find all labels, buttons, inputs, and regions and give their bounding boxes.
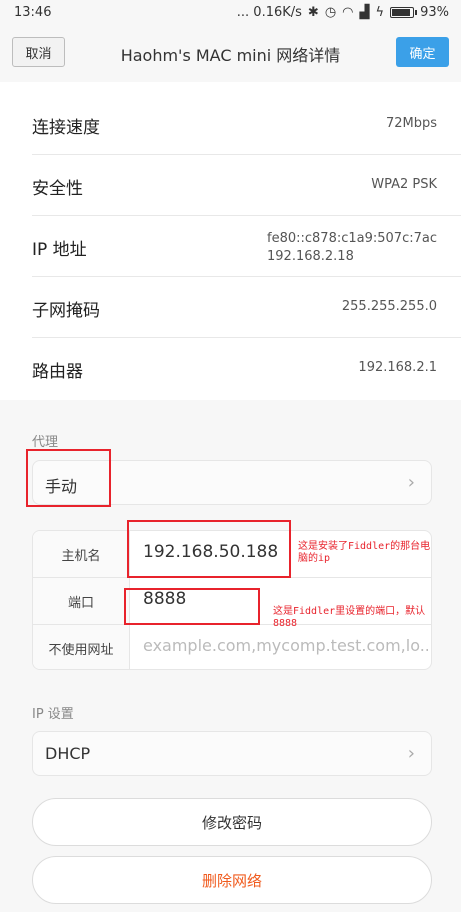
annotation-port-note: 这是Fiddler里设置的端口，默认 8888 xyxy=(273,606,425,630)
detail-value: WPA2 PSK xyxy=(371,177,437,192)
title-bar: 取消 Haohm's MAC mini 网络详情 确定 xyxy=(0,26,461,82)
annotation-box-proxy-mode xyxy=(26,449,111,507)
detail-value: 72Mbps xyxy=(385,116,437,131)
battery-icon xyxy=(390,7,418,18)
detail-row-router: 路由器 192.168.2.1 xyxy=(0,338,461,399)
delete-network-button[interactable]: 删除网络 xyxy=(32,856,432,904)
ipv6-address: fe80::c878:c1a9:507c:7ac xyxy=(267,231,437,246)
annotation-text: 这是Fiddler里设置的端口，默认 xyxy=(273,606,426,617)
proxy-bypass-row: 不使用网址 example.com,mycomp.test.com,lo... xyxy=(33,625,431,669)
battery-percent: 93% xyxy=(420,5,449,20)
status-time: 13:46 xyxy=(14,5,52,20)
alarm-icon: ◷ xyxy=(324,5,337,20)
annotation-text: 8888 xyxy=(273,618,298,629)
annotation-text: 这是安装了Fiddler的那台电 xyxy=(298,541,431,552)
detail-row-security: 安全性 WPA2 PSK xyxy=(0,155,461,216)
annotation-text: 脑的ip xyxy=(298,553,331,564)
annotation-host-note: 这是安装了Fiddler的那台电 脑的ip xyxy=(298,541,430,565)
confirm-button[interactable]: 确定 xyxy=(396,37,449,67)
cancel-button[interactable]: 取消 xyxy=(12,37,65,67)
bluetooth-icon: ✱ xyxy=(307,5,319,20)
net-speed: ... 0.16K/s xyxy=(236,5,302,20)
detail-row-ip: IP 地址 fe80::c878:c1a9:507c:7ac192.168.2.… xyxy=(0,216,461,277)
detail-label: 子网掩码 xyxy=(32,301,100,321)
ipv4-address: 192.168.2.18 xyxy=(267,249,354,264)
detail-label: 连接速度 xyxy=(32,118,100,138)
signal-icon: ▟ xyxy=(359,5,370,20)
bypass-label: 不使用网址 xyxy=(33,639,129,658)
annotation-box-host xyxy=(127,520,291,578)
network-details-card: 连接速度 72Mbps 安全性 WPA2 PSK IP 地址 fe80::c87… xyxy=(0,82,461,400)
status-icons: ... 0.16K/s ✱ ◷ ◠ ▟ ϟ 93% xyxy=(237,5,449,20)
detail-label: 安全性 xyxy=(32,179,83,199)
detail-value: fe80::c878:c1a9:507c:7ac192.168.2.18 xyxy=(267,230,437,266)
charging-icon: ϟ xyxy=(375,5,385,20)
detail-label: 路由器 xyxy=(32,362,83,382)
ip-settings-section-label: IP 设置 xyxy=(32,707,74,722)
chevron-right-icon: › xyxy=(407,743,415,764)
host-label: 主机名 xyxy=(33,545,129,564)
detail-label: IP 地址 xyxy=(32,240,87,260)
detail-value: 255.255.255.0 xyxy=(341,299,437,314)
wifi-icon: ◠ xyxy=(342,5,354,20)
proxy-section-label: 代理 xyxy=(32,435,59,450)
ip-settings-value: DHCP xyxy=(45,744,91,763)
change-password-button[interactable]: 修改密码 xyxy=(32,798,432,846)
page-title: Haohm's MAC mini 网络详情 xyxy=(120,46,341,65)
status-bar: 13:46 ... 0.16K/s ✱ ◷ ◠ ▟ ϟ 93% xyxy=(0,0,461,26)
annotation-box-port xyxy=(124,588,260,625)
ip-settings-selector[interactable]: DHCP › xyxy=(32,731,432,776)
detail-value: 192.168.2.1 xyxy=(358,360,437,375)
port-label: 端口 xyxy=(33,592,129,611)
detail-row-speed: 连接速度 72Mbps xyxy=(0,94,461,155)
detail-row-subnet: 子网掩码 255.255.255.0 xyxy=(0,277,461,338)
bypass-input[interactable]: example.com,mycomp.test.com,lo... xyxy=(143,636,428,655)
chevron-right-icon: › xyxy=(407,472,415,493)
